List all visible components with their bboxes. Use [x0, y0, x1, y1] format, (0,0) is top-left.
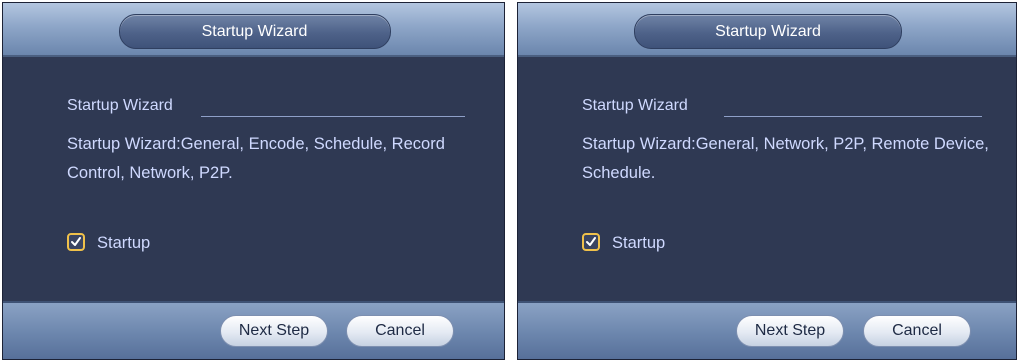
wizard-description: Startup Wizard:General, Encode, Schedule… [67, 135, 445, 182]
startup-checkbox[interactable] [582, 233, 600, 251]
startup-checkbox-label: Startup [97, 234, 151, 252]
next-step-button[interactable]: Next Step [736, 315, 844, 347]
section-divider [724, 116, 982, 117]
title-bar: Startup Wizard [518, 3, 1016, 57]
section-heading: Startup Wizard [582, 97, 688, 114]
dialog-footer: Next Step Cancel [518, 301, 1016, 359]
check-icon [586, 237, 596, 246]
dialog-title: Startup Wizard [118, 14, 391, 49]
startup-wizard-dialog-general-network: Startup Wizard Startup Wizard Startup Wi… [517, 2, 1017, 360]
dialog-title: Startup Wizard [634, 14, 902, 49]
startup-wizard-dialog-general-encode: Startup Wizard Startup Wizard Startup Wi… [2, 2, 505, 360]
section-heading: Startup Wizard [67, 97, 173, 114]
cancel-button[interactable]: Cancel [346, 315, 454, 347]
next-step-button[interactable]: Next Step [220, 315, 328, 347]
wizard-description: Startup Wizard:General, Network, P2P, Re… [582, 135, 989, 182]
section-divider [201, 116, 465, 117]
title-bar: Startup Wizard [3, 3, 504, 57]
dialog-footer: Next Step Cancel [3, 301, 504, 359]
startup-checkbox-label: Startup [612, 234, 666, 252]
startup-checkbox[interactable] [67, 233, 85, 251]
check-icon [71, 237, 81, 246]
cancel-button[interactable]: Cancel [863, 315, 971, 347]
dialog-body: Startup Wizard Startup Wizard:General, E… [3, 57, 504, 303]
dialog-body: Startup Wizard Startup Wizard:General, N… [518, 57, 1016, 303]
